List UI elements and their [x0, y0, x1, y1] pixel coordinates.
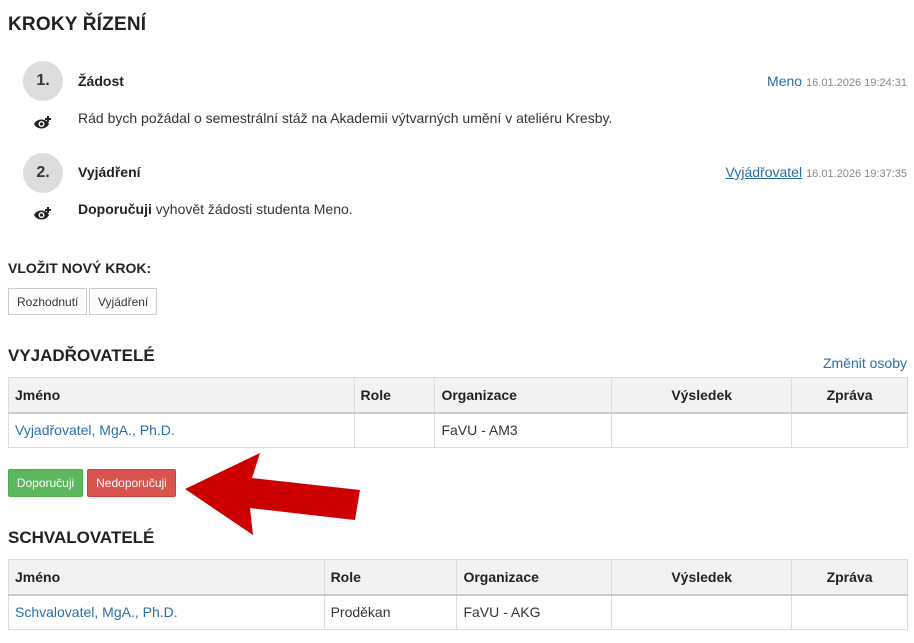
recommend-button[interactable]: Doporučuji	[8, 469, 83, 497]
column-header-organization: Organizace	[434, 377, 613, 414]
column-header-role: Role	[353, 377, 436, 414]
step-title: Žádost	[78, 73, 124, 89]
table-header-row: Jméno Role Organizace Výsledek Zpráva	[8, 559, 908, 596]
cell-name: Schvalovatel, MgA., Ph.D.	[8, 594, 325, 630]
eye-plus-icon[interactable]	[33, 115, 53, 131]
column-header-result: Výsledek	[611, 559, 793, 596]
table-row: Vyjadřovatel, MgA., Ph.D. FaVU - AM3	[8, 412, 908, 448]
cell-result	[611, 594, 793, 630]
table-row: Schvalovatel, MgA., Ph.D. Proděkan FaVU …	[8, 594, 908, 630]
cell-message	[791, 594, 908, 630]
cell-role	[353, 412, 436, 448]
step-text: Rád bych požádal o semestrální stáž na A…	[78, 110, 613, 126]
step-number-badge: 2.	[23, 153, 63, 193]
eye-plus-icon[interactable]	[33, 206, 53, 222]
reviewers-table: Jméno Role Organizace Výsledek Zpráva Vy…	[8, 377, 908, 448]
step-meta: Meno 16.01.2026 19:24:31	[767, 73, 907, 89]
step-text-bold: Doporučuji	[78, 201, 152, 217]
column-header-message: Zpráva	[791, 377, 908, 414]
table-header-row: Jméno Role Organizace Výsledek Zpráva	[8, 377, 908, 414]
column-header-message: Zpráva	[791, 559, 908, 596]
step-timestamp: 16.01.2026 19:24:31	[806, 77, 907, 89]
red-arrow-annotation	[185, 453, 360, 535]
not-recommend-button[interactable]: Nedoporučuji	[87, 469, 176, 497]
new-step-title: VLOŽIT NOVÝ KROK:	[8, 260, 152, 276]
step-title: Vyjádření	[78, 164, 141, 180]
change-persons-link[interactable]: Změnit osoby	[823, 355, 907, 371]
step-text-rest: vyhovět žádosti studenta Meno.	[151, 201, 353, 217]
person-link[interactable]: Vyjadřovatel, MgA., Ph.D.	[15, 422, 175, 438]
approvers-title: SCHVALOVATELÉ	[8, 528, 155, 547]
column-header-organization: Organizace	[456, 559, 613, 596]
cell-organization: FaVU - AM3	[434, 412, 613, 448]
cell-organization: FaVU - AKG	[456, 594, 613, 630]
person-link[interactable]: Schvalovatel, MgA., Ph.D.	[15, 604, 178, 620]
approvers-table: Jméno Role Organizace Výsledek Zpráva Sc…	[8, 559, 908, 630]
steps-section-title: KROKY ŘÍZENÍ	[8, 14, 147, 35]
column-header-name: Jméno	[8, 377, 355, 414]
cell-name: Vyjadřovatel, MgA., Ph.D.	[8, 412, 355, 448]
step-text: Doporučuji vyhovět žádosti studenta Meno…	[78, 201, 353, 217]
column-header-role: Role	[323, 559, 458, 596]
cell-role: Proděkan	[323, 594, 458, 630]
reviewers-title: VYJADŘOVATELÉ	[8, 346, 155, 365]
column-header-result: Výsledek	[611, 377, 793, 414]
step-meta: Vyjádřovatel 16.01.2026 19:37:35	[726, 164, 907, 180]
new-step-statement-button[interactable]: Vyjádření	[89, 288, 158, 315]
step-author-link[interactable]: Meno	[767, 73, 802, 89]
new-step-decision-button[interactable]: Rozhodnutí	[8, 288, 88, 315]
step-author-link[interactable]: Vyjádřovatel	[726, 164, 803, 180]
step-number-badge: 1.	[23, 61, 63, 101]
cell-message	[791, 412, 908, 448]
cell-result	[611, 412, 793, 448]
step-timestamp: 16.01.2026 19:37:35	[806, 168, 907, 180]
column-header-name: Jméno	[8, 559, 325, 596]
